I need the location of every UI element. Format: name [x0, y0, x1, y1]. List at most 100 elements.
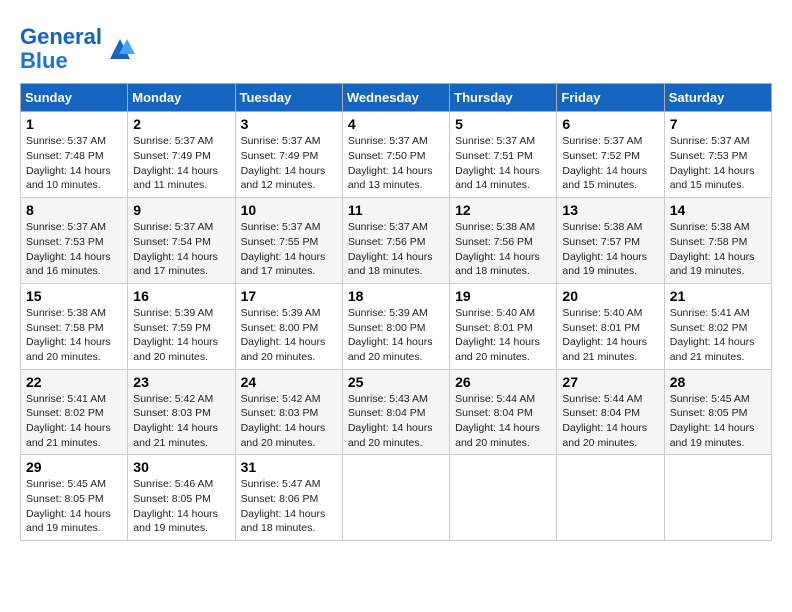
- day-number: 3: [241, 116, 337, 132]
- sunrise-label: Sunrise: 5:37 AM: [26, 135, 106, 147]
- day-info: Sunrise: 5:37 AM Sunset: 7:50 PM Dayligh…: [348, 134, 444, 193]
- day-number: 14: [670, 202, 766, 218]
- calendar-cell: 29 Sunrise: 5:45 AM Sunset: 8:05 PM Dayl…: [21, 455, 128, 541]
- day-number: 15: [26, 288, 122, 304]
- day-number: 21: [670, 288, 766, 304]
- daylight-label: Daylight: 14 hours: [133, 508, 218, 520]
- day-info: Sunrise: 5:43 AM Sunset: 8:04 PM Dayligh…: [348, 392, 444, 451]
- calendar-cell: [342, 455, 449, 541]
- day-number: 6: [562, 116, 658, 132]
- calendar-cell: 1 Sunrise: 5:37 AM Sunset: 7:48 PM Dayli…: [21, 112, 128, 198]
- weekday-header: Thursday: [450, 84, 557, 112]
- daylight-minutes: and 19 minutes.: [562, 265, 637, 277]
- daylight-minutes: and 19 minutes.: [133, 522, 208, 534]
- day-number: 17: [241, 288, 337, 304]
- daylight-label: Daylight: 14 hours: [348, 251, 433, 263]
- day-info: Sunrise: 5:37 AM Sunset: 7:48 PM Dayligh…: [26, 134, 122, 193]
- sunset-label: Sunset: 8:01 PM: [455, 322, 533, 334]
- sunrise-label: Sunrise: 5:38 AM: [26, 307, 106, 319]
- sunset-label: Sunset: 7:49 PM: [241, 150, 319, 162]
- daylight-minutes: and 20 minutes.: [455, 351, 530, 363]
- calendar-cell: [664, 455, 771, 541]
- weekday-header: Saturday: [664, 84, 771, 112]
- day-number: 26: [455, 374, 551, 390]
- sunrise-label: Sunrise: 5:37 AM: [348, 135, 428, 147]
- calendar-cell: 13 Sunrise: 5:38 AM Sunset: 7:57 PM Dayl…: [557, 198, 664, 284]
- day-number: 31: [241, 459, 337, 475]
- weekday-header: Tuesday: [235, 84, 342, 112]
- sunrise-label: Sunrise: 5:38 AM: [562, 221, 642, 233]
- daylight-label: Daylight: 14 hours: [241, 336, 326, 348]
- day-number: 2: [133, 116, 229, 132]
- sunset-label: Sunset: 8:05 PM: [26, 493, 104, 505]
- sunset-label: Sunset: 7:48 PM: [26, 150, 104, 162]
- daylight-label: Daylight: 14 hours: [26, 165, 111, 177]
- daylight-label: Daylight: 14 hours: [670, 422, 755, 434]
- sunset-label: Sunset: 8:05 PM: [670, 407, 748, 419]
- daylight-label: Daylight: 14 hours: [670, 251, 755, 263]
- sunrise-label: Sunrise: 5:40 AM: [455, 307, 535, 319]
- daylight-minutes: and 18 minutes.: [455, 265, 530, 277]
- sunset-label: Sunset: 8:03 PM: [241, 407, 319, 419]
- daylight-label: Daylight: 14 hours: [133, 251, 218, 263]
- calendar-cell: 8 Sunrise: 5:37 AM Sunset: 7:53 PM Dayli…: [21, 198, 128, 284]
- day-info: Sunrise: 5:45 AM Sunset: 8:05 PM Dayligh…: [670, 392, 766, 451]
- day-info: Sunrise: 5:42 AM Sunset: 8:03 PM Dayligh…: [133, 392, 229, 451]
- daylight-minutes: and 11 minutes.: [133, 179, 207, 191]
- day-info: Sunrise: 5:44 AM Sunset: 8:04 PM Dayligh…: [562, 392, 658, 451]
- page-header: GeneralBlue: [20, 20, 772, 73]
- daylight-label: Daylight: 14 hours: [455, 336, 540, 348]
- logo-text: GeneralBlue: [20, 25, 102, 73]
- day-info: Sunrise: 5:37 AM Sunset: 7:53 PM Dayligh…: [670, 134, 766, 193]
- sunrise-label: Sunrise: 5:37 AM: [455, 135, 535, 147]
- day-number: 13: [562, 202, 658, 218]
- day-info: Sunrise: 5:39 AM Sunset: 8:00 PM Dayligh…: [241, 306, 337, 365]
- sunset-label: Sunset: 7:53 PM: [26, 236, 104, 248]
- sunrise-label: Sunrise: 5:43 AM: [348, 393, 428, 405]
- sunrise-label: Sunrise: 5:44 AM: [562, 393, 642, 405]
- daylight-minutes: and 20 minutes.: [455, 437, 530, 449]
- day-info: Sunrise: 5:37 AM Sunset: 7:52 PM Dayligh…: [562, 134, 658, 193]
- calendar-cell: 25 Sunrise: 5:43 AM Sunset: 8:04 PM Dayl…: [342, 369, 449, 455]
- sunset-label: Sunset: 7:53 PM: [670, 150, 748, 162]
- day-number: 18: [348, 288, 444, 304]
- daylight-minutes: and 20 minutes.: [348, 351, 423, 363]
- sunset-label: Sunset: 7:56 PM: [348, 236, 426, 248]
- calendar-week-row: 22 Sunrise: 5:41 AM Sunset: 8:02 PM Dayl…: [21, 369, 772, 455]
- day-info: Sunrise: 5:41 AM Sunset: 8:02 PM Dayligh…: [26, 392, 122, 451]
- sunset-label: Sunset: 7:59 PM: [133, 322, 211, 334]
- calendar-cell: 14 Sunrise: 5:38 AM Sunset: 7:58 PM Dayl…: [664, 198, 771, 284]
- calendar-cell: 17 Sunrise: 5:39 AM Sunset: 8:00 PM Dayl…: [235, 283, 342, 369]
- daylight-minutes: and 15 minutes.: [562, 179, 637, 191]
- sunrise-label: Sunrise: 5:40 AM: [562, 307, 642, 319]
- day-number: 12: [455, 202, 551, 218]
- calendar-cell: 31 Sunrise: 5:47 AM Sunset: 8:06 PM Dayl…: [235, 455, 342, 541]
- day-info: Sunrise: 5:37 AM Sunset: 7:51 PM Dayligh…: [455, 134, 551, 193]
- day-number: 23: [133, 374, 229, 390]
- sunset-label: Sunset: 8:01 PM: [562, 322, 640, 334]
- calendar-cell: 2 Sunrise: 5:37 AM Sunset: 7:49 PM Dayli…: [128, 112, 235, 198]
- daylight-minutes: and 20 minutes.: [133, 351, 208, 363]
- daylight-label: Daylight: 14 hours: [241, 165, 326, 177]
- calendar-cell: 3 Sunrise: 5:37 AM Sunset: 7:49 PM Dayli…: [235, 112, 342, 198]
- calendar-cell: 10 Sunrise: 5:37 AM Sunset: 7:55 PM Dayl…: [235, 198, 342, 284]
- day-number: 25: [348, 374, 444, 390]
- sunset-label: Sunset: 8:04 PM: [348, 407, 426, 419]
- daylight-minutes: and 18 minutes.: [348, 265, 423, 277]
- daylight-minutes: and 19 minutes.: [26, 522, 101, 534]
- sunrise-label: Sunrise: 5:39 AM: [348, 307, 428, 319]
- sunset-label: Sunset: 7:55 PM: [241, 236, 319, 248]
- day-number: 27: [562, 374, 658, 390]
- sunrise-label: Sunrise: 5:38 AM: [670, 221, 750, 233]
- day-info: Sunrise: 5:39 AM Sunset: 8:00 PM Dayligh…: [348, 306, 444, 365]
- calendar-cell: 18 Sunrise: 5:39 AM Sunset: 8:00 PM Dayl…: [342, 283, 449, 369]
- sunrise-label: Sunrise: 5:39 AM: [241, 307, 321, 319]
- daylight-minutes: and 15 minutes.: [670, 179, 745, 191]
- sunrise-label: Sunrise: 5:42 AM: [241, 393, 321, 405]
- day-info: Sunrise: 5:39 AM Sunset: 7:59 PM Dayligh…: [133, 306, 229, 365]
- weekday-header: Friday: [557, 84, 664, 112]
- day-number: 28: [670, 374, 766, 390]
- daylight-minutes: and 20 minutes.: [241, 437, 316, 449]
- logo-icon: [105, 34, 135, 64]
- sunset-label: Sunset: 7:56 PM: [455, 236, 533, 248]
